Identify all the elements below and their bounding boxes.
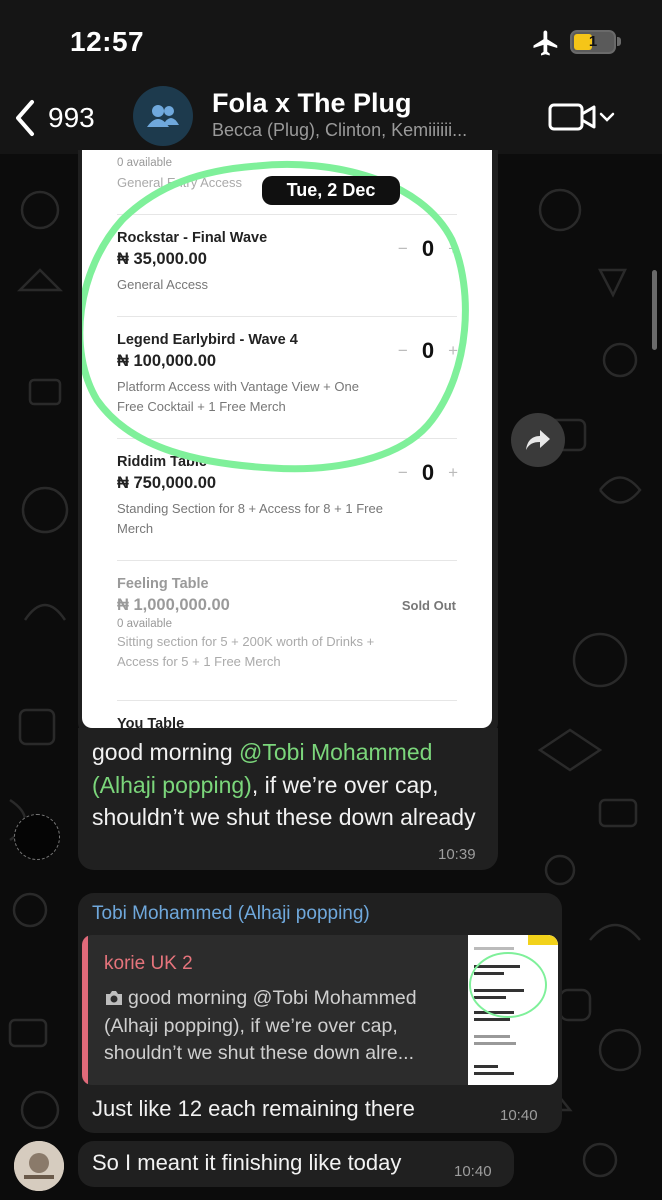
group-icon	[147, 105, 179, 127]
chat-title[interactable]: Fola x The Plug	[212, 88, 412, 119]
forward-arrow-icon	[526, 430, 550, 450]
message-bubble[interactable]: good morning @Tobi Mohammed (Alhaji popp…	[78, 728, 498, 870]
quote-thumbnail	[468, 935, 558, 1085]
highlight-circle	[82, 160, 469, 473]
message-timestamp: 10:40	[454, 1163, 492, 1180]
battery-icon: 1	[570, 30, 616, 54]
quote-bar	[82, 935, 88, 1085]
status-time: 12:57	[70, 26, 145, 57]
chevron-down-icon	[599, 112, 615, 122]
sender-name[interactable]: Tobi Mohammed (Alhaji popping)	[92, 903, 370, 925]
avatar[interactable]	[14, 1141, 64, 1191]
reply-message-bubble[interactable]: Tobi Mohammed (Alhaji popping) korie UK …	[78, 893, 562, 1133]
group-avatar[interactable]	[133, 86, 193, 146]
video-camera-icon	[548, 103, 596, 131]
message-text: good morning @Tobi Mohammed (Alhaji popp…	[92, 739, 476, 830]
chat-header: 993 Fola x The Plug Becca (Plug), Clinto…	[0, 86, 662, 154]
airplane-mode-icon	[533, 30, 558, 56]
date-separator: Tue, 2 Dec	[262, 176, 400, 205]
status-bar: 12:57 1	[0, 0, 662, 88]
scroll-indicator[interactable]	[652, 270, 657, 350]
back-button[interactable]: 993	[12, 94, 95, 142]
quote-author: korie UK 2	[104, 953, 193, 974]
quote-text: good morning @Tobi Mohammed (Alhaji popp…	[104, 987, 417, 1064]
message-text: Just like 12 each remaining there	[92, 1096, 415, 1121]
message-bubble[interactable]: So I meant it finishing like today 10:40	[78, 1141, 514, 1187]
quoted-message[interactable]: korie UK 2 good morning @Tobi Mohammed (…	[82, 935, 558, 1085]
unread-count: 993	[48, 102, 95, 133]
chat-participants[interactable]: Becca (Plug), Clinton, Kemiiiiii...	[212, 120, 522, 141]
video-call-button[interactable]	[548, 100, 620, 134]
ticket-screenshot-image[interactable]: 0 available General Entry Access Rocksta…	[82, 150, 492, 728]
message-timestamp: 10:40	[500, 1107, 538, 1124]
forward-button[interactable]	[511, 413, 565, 467]
message-text: So I meant it finishing like today	[92, 1150, 402, 1175]
battery-level: 1	[588, 33, 598, 50]
camera-icon	[106, 991, 122, 1005]
avatar[interactable]	[14, 814, 60, 860]
chevron-left-icon	[16, 100, 34, 136]
message-timestamp: 10:39	[438, 846, 476, 863]
